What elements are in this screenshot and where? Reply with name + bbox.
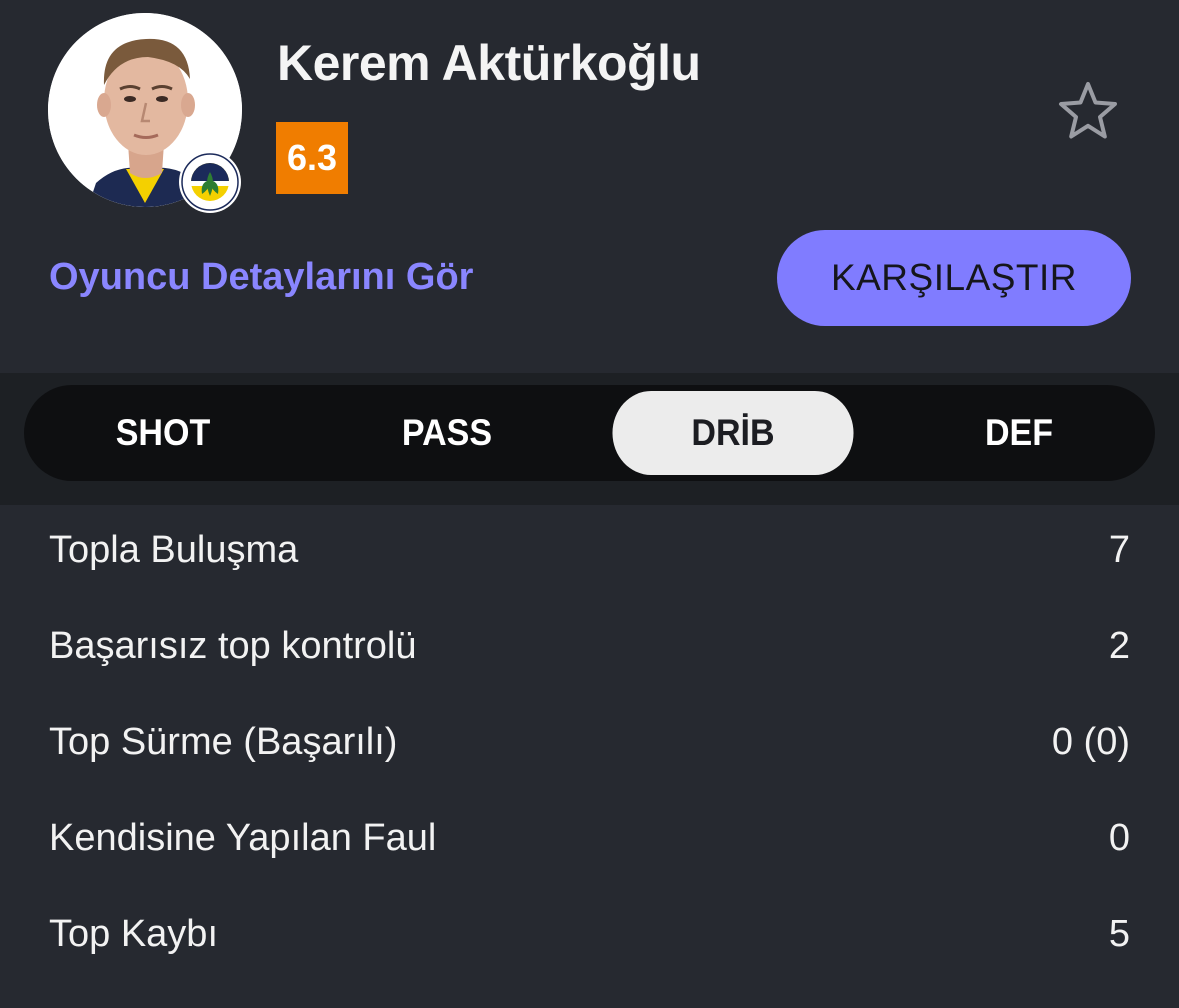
player-stats-card: Kerem Aktürkoğlu 6.3 Oyuncu Detaylarını …: [0, 0, 1179, 1008]
stat-label: Top Kaybı: [49, 913, 218, 955]
tab-drib[interactable]: DRİB: [612, 391, 854, 475]
stat-category-tabs: SHOT PASS DRİB DEF: [24, 385, 1155, 481]
stat-value: 0: [1108, 817, 1130, 859]
stat-value: 7: [1108, 529, 1130, 571]
stat-label: Top Sürme (Başarılı): [49, 721, 398, 763]
tab-pass[interactable]: PASS: [326, 391, 567, 475]
stat-row: Top Sürme (Başarılı) 0 (0): [0, 697, 1179, 793]
stat-row: Topla Buluşma 7: [0, 505, 1179, 601]
compare-button[interactable]: KARŞILAŞTIR: [777, 230, 1131, 326]
stat-label: Kendisine Yapılan Faul: [49, 817, 437, 859]
favorite-star-icon[interactable]: [1056, 80, 1120, 142]
stat-label: Başarısız top kontrolü: [49, 625, 417, 667]
stat-value: 2: [1108, 625, 1130, 667]
tab-def[interactable]: DEF: [898, 391, 1139, 475]
stat-row: Top Kaybı 5: [0, 889, 1179, 985]
player-details-link[interactable]: Oyuncu Detaylarını Gör: [49, 256, 473, 299]
stat-value: 5: [1108, 913, 1130, 955]
fenerbahce-badge-icon: [178, 150, 242, 214]
player-header: Kerem Aktürkoğlu 6.3 Oyuncu Detaylarını …: [0, 0, 1179, 372]
stat-row: Başarısız top kontrolü 2: [0, 601, 1179, 697]
tab-shot[interactable]: SHOT: [42, 391, 283, 475]
rating-badge: 6.3: [276, 122, 348, 194]
stat-row: Kendisine Yapılan Faul 0: [0, 793, 1179, 889]
player-name: Kerem Aktürkoğlu: [277, 35, 701, 91]
tabs-band: SHOT PASS DRİB DEF: [0, 373, 1179, 505]
stat-value: 0 (0): [1051, 721, 1130, 763]
stats-list: Topla Buluşma 7 Başarısız top kontrolü 2…: [0, 505, 1179, 985]
stat-label: Topla Buluşma: [49, 529, 299, 571]
